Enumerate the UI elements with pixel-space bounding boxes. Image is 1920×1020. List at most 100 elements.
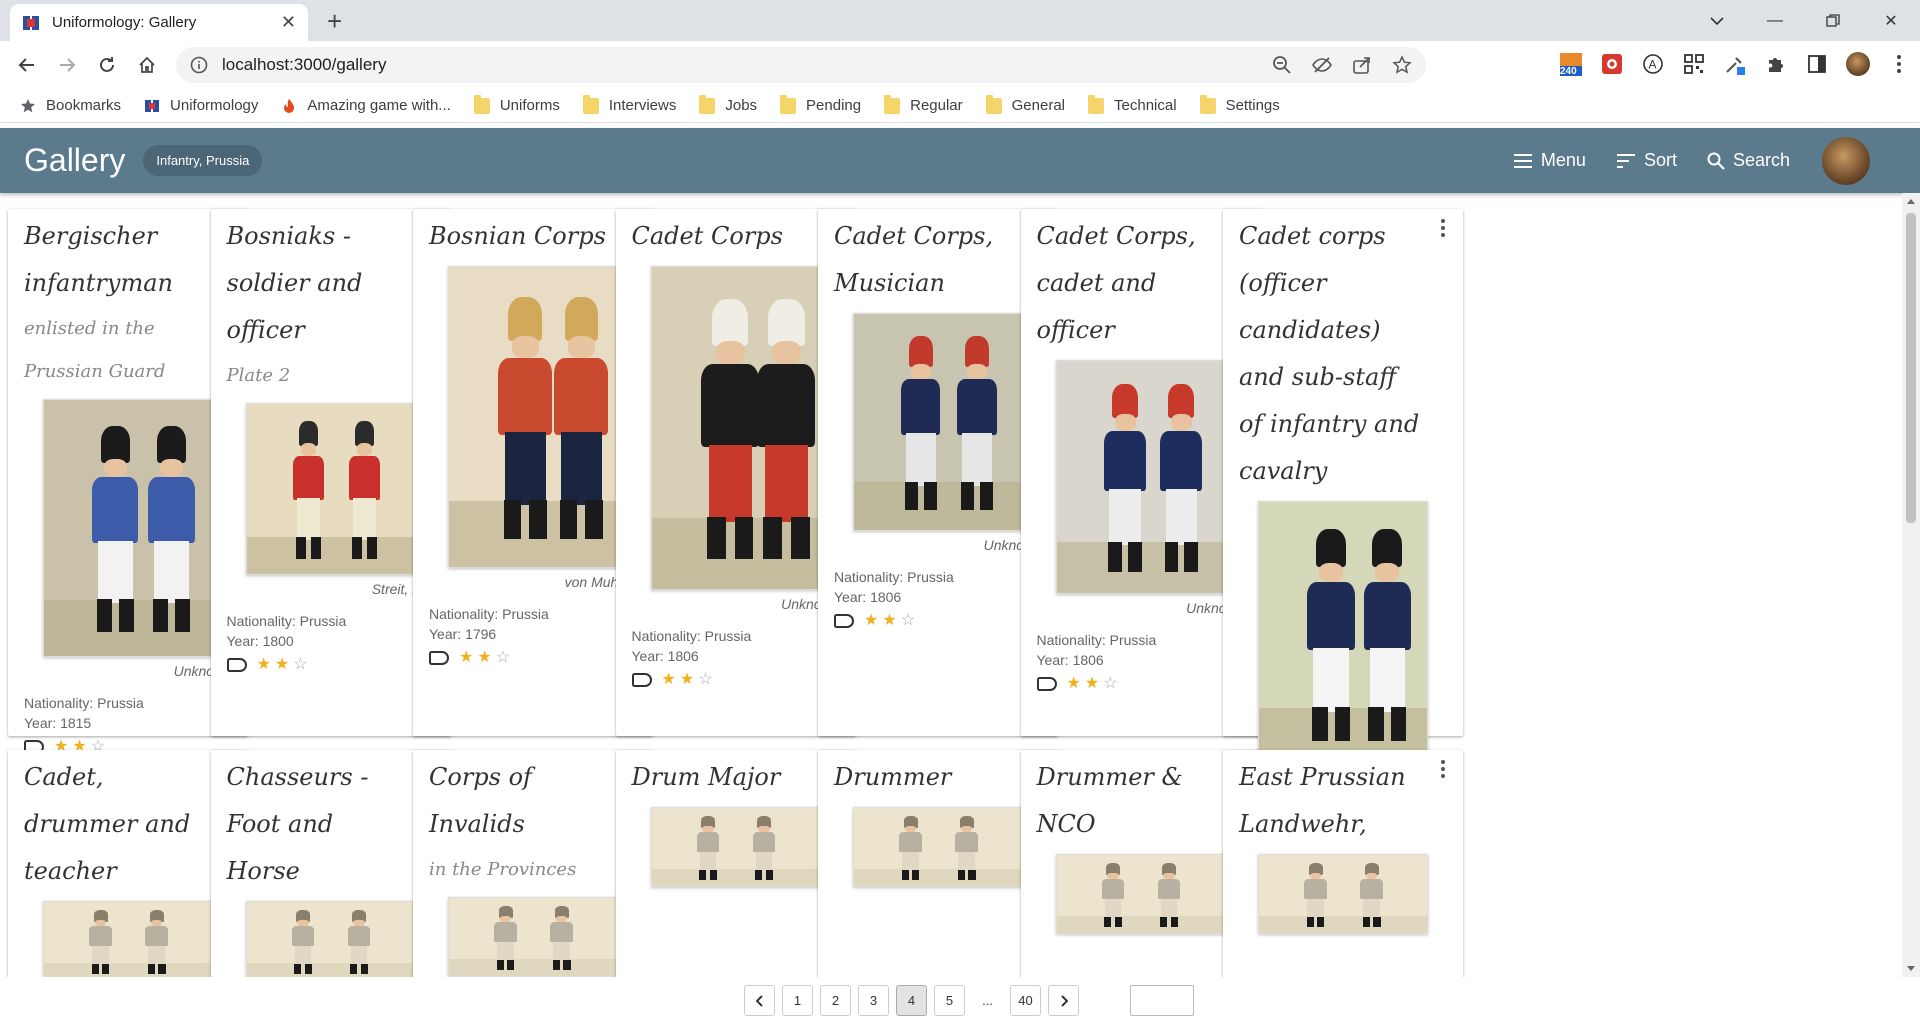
- page-button[interactable]: 1: [782, 985, 813, 1016]
- uniform-illustration[interactable]: [448, 266, 618, 568]
- minimize-icon[interactable]: —: [1746, 0, 1804, 41]
- uniform-illustration[interactable]: [650, 266, 821, 590]
- forward-icon[interactable]: [54, 52, 80, 78]
- next-page-icon[interactable]: [1048, 985, 1079, 1016]
- search-button[interactable]: Search: [1707, 150, 1790, 171]
- more-vert-icon[interactable]: [1886, 51, 1912, 77]
- star-icon[interactable]: ★: [1067, 676, 1081, 692]
- star-icon[interactable]: ☆: [901, 613, 915, 629]
- sort-button[interactable]: Sort: [1616, 150, 1677, 171]
- star-icon[interactable]: ★: [680, 672, 694, 688]
- side-panel-icon[interactable]: [1804, 51, 1830, 77]
- address-bar[interactable]: localhost:3000/gallery: [176, 47, 1426, 83]
- bookmark-item[interactable]: Bookmarks: [20, 97, 121, 114]
- zoom-icon[interactable]: [1272, 55, 1292, 75]
- uniform-illustration[interactable]: [853, 807, 1023, 887]
- scrollbar-thumb[interactable]: [1906, 213, 1916, 523]
- uniform-illustration[interactable]: [1055, 854, 1226, 934]
- star-icon[interactable]: ☆: [698, 672, 712, 688]
- restore-icon[interactable]: [1804, 0, 1862, 41]
- card-menu-icon[interactable]: [1433, 217, 1453, 239]
- star-icon[interactable]: ★: [477, 650, 491, 666]
- page-button[interactable]: 4: [896, 985, 927, 1016]
- star-icon[interactable]: ☆: [1103, 676, 1117, 692]
- uniform-illustration[interactable]: [853, 313, 1023, 531]
- home-icon[interactable]: [134, 52, 160, 78]
- eyedropper-extension-icon[interactable]: [1722, 51, 1748, 77]
- tag-icon[interactable]: [1036, 677, 1057, 691]
- bookmark-item[interactable]: Pending: [780, 94, 861, 114]
- tag-icon[interactable]: [226, 658, 247, 672]
- card-menu-icon[interactable]: [1433, 758, 1453, 780]
- bookmark-item[interactable]: Amazing game with...: [281, 97, 451, 114]
- star-icon[interactable]: ★: [864, 613, 878, 629]
- star-icon[interactable]: ☆: [293, 657, 307, 673]
- bookmark-item[interactable]: Jobs: [699, 94, 757, 114]
- uniform-illustration[interactable]: [245, 403, 416, 575]
- star-icon[interactable]: ★: [459, 650, 473, 666]
- bookmark-item[interactable]: General: [985, 94, 1065, 114]
- search-label: Search: [1732, 150, 1790, 170]
- star-icon[interactable]: ★: [275, 657, 289, 673]
- browser-tab[interactable]: Uniformology: Gallery ✕: [10, 4, 308, 41]
- uniformology-logo-icon: [23, 15, 39, 30]
- star-icon[interactable]: ☆: [496, 650, 510, 666]
- reload-icon[interactable]: [94, 52, 120, 78]
- new-tab-icon[interactable]: +: [327, 8, 342, 34]
- uniform-illustration[interactable]: [43, 901, 213, 977]
- scroll-up-icon[interactable]: [1907, 199, 1915, 204]
- page-button[interactable]: 3: [858, 985, 889, 1016]
- star-icon[interactable]: ★: [257, 657, 271, 673]
- uniform-illustration[interactable]: [1258, 501, 1428, 767]
- profile-avatar-icon[interactable]: [1845, 51, 1871, 77]
- filter-chip[interactable]: Infantry, Prussia: [143, 145, 263, 176]
- page-jump-input[interactable]: [1130, 985, 1194, 1016]
- tab-search-icon[interactable]: [1688, 0, 1746, 41]
- page-button-last[interactable]: 40: [1010, 985, 1041, 1016]
- gallery-card[interactable]: East Prussian Landwehr,: [1223, 750, 1463, 977]
- menu-button[interactable]: Menu: [1513, 150, 1586, 171]
- uniform-illustration[interactable]: [245, 901, 416, 977]
- card-title: East Prussian Landwehr,: [1239, 763, 1406, 838]
- close-tab-icon[interactable]: ✕: [281, 12, 296, 33]
- bookmark-item[interactable]: Uniforms: [473, 94, 560, 114]
- hide-eye-icon[interactable]: [1312, 55, 1332, 75]
- gallery-card[interactable]: Cadet corps (officer candidates) and sub…: [1223, 209, 1463, 865]
- bookmark-item[interactable]: Technical: [1088, 94, 1177, 114]
- close-window-icon[interactable]: ✕: [1862, 0, 1920, 41]
- uniform-illustration[interactable]: [1055, 360, 1226, 594]
- uniform-illustration[interactable]: [43, 399, 213, 657]
- uniform-illustration[interactable]: [650, 807, 821, 887]
- page-scrollbar[interactable]: [1902, 193, 1920, 977]
- scroll-down-icon[interactable]: [1907, 966, 1915, 971]
- user-avatar[interactable]: [1822, 136, 1870, 185]
- bookmark-item[interactable]: Interviews: [582, 94, 676, 114]
- figure-shape: [87, 425, 145, 633]
- tag-icon[interactable]: [429, 651, 449, 665]
- bookmark-item[interactable]: Regular: [884, 94, 963, 114]
- calendar-extension-icon[interactable]: 240: [1558, 51, 1584, 77]
- translate-extension-icon[interactable]: A: [1640, 51, 1666, 77]
- red-square-extension-icon[interactable]: [1599, 51, 1625, 77]
- prev-page-icon[interactable]: [744, 985, 775, 1016]
- bookmark-label: Uniforms: [499, 97, 560, 114]
- bookmark-label: Uniformology: [170, 97, 259, 114]
- share-icon[interactable]: [1352, 55, 1372, 75]
- back-icon[interactable]: [14, 52, 40, 78]
- star-icon[interactable]: ★: [1085, 676, 1099, 692]
- site-info-icon[interactable]: [190, 56, 208, 74]
- page-button[interactable]: 5: [934, 985, 965, 1016]
- bookmark-star-icon[interactable]: [1392, 55, 1412, 75]
- tag-icon[interactable]: [834, 614, 854, 628]
- qr-code-icon[interactable]: [1681, 51, 1707, 77]
- star-icon[interactable]: ★: [882, 613, 896, 629]
- uniform-illustration[interactable]: [448, 897, 618, 977]
- puzzle-extensions-icon[interactable]: [1763, 51, 1789, 77]
- star-icon[interactable]: ★: [662, 672, 676, 688]
- uniform-illustration[interactable]: [1258, 854, 1428, 934]
- bookmark-item[interactable]: Settings: [1199, 94, 1280, 114]
- tag-icon[interactable]: [631, 673, 652, 687]
- page-button[interactable]: 2: [820, 985, 851, 1016]
- bookmark-item[interactable]: Uniformology: [144, 97, 258, 114]
- folder-icon: [884, 94, 901, 114]
